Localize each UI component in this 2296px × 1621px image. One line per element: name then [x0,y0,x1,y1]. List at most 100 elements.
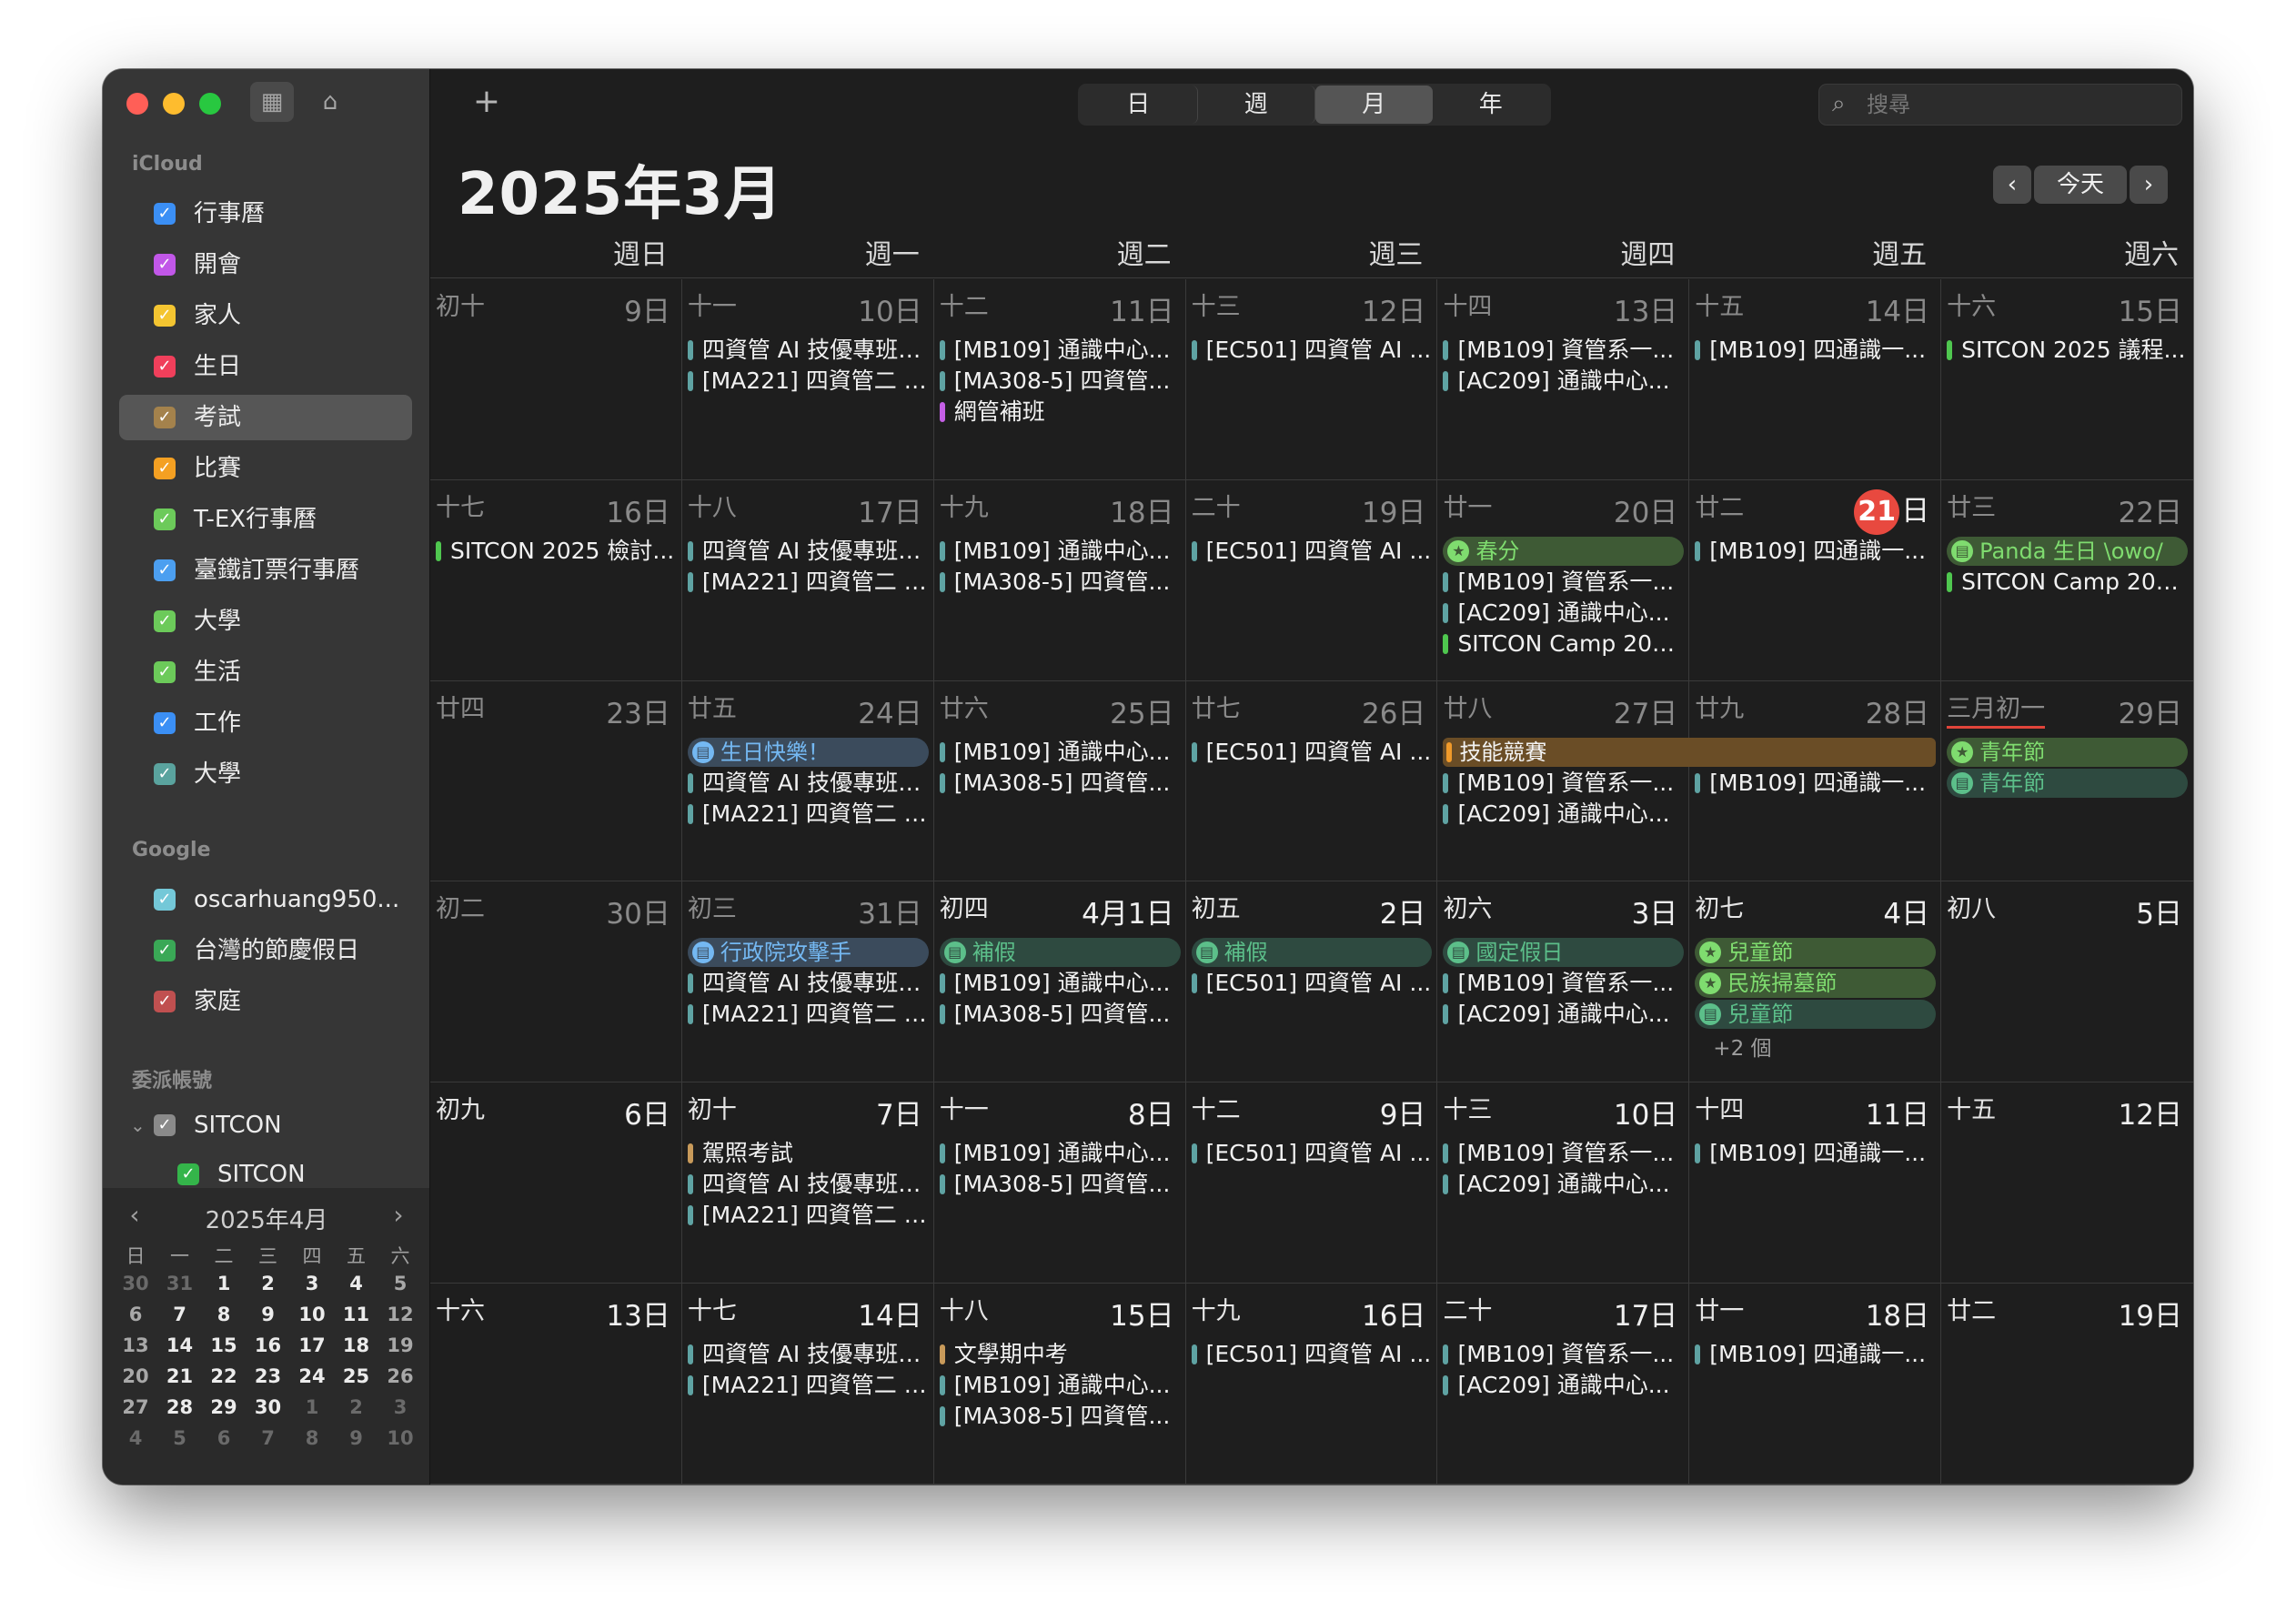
mini-day[interactable]: 20 [114,1365,157,1387]
day-cell[interactable]: 十二 9日 [EC501] 四資管 AI ... [1185,1082,1438,1284]
event-item[interactable]: [MA308-5] 四資管... [939,1170,1180,1199]
day-cell[interactable]: 初九 6日 [430,1082,682,1284]
day-cell[interactable]: 十一 10日 四資管 AI 技優專班一... [MA221] 四資管二 A... [681,279,934,480]
day-cell[interactable]: 三月初一 29日 ★ 青年節 ▤ 青年節 [1941,681,2193,882]
event-item[interactable]: [AC209] 通識中心... [1443,599,1683,628]
mini-day[interactable]: 11 [335,1304,378,1325]
mini-day[interactable]: 5 [378,1273,422,1294]
check-icon[interactable]: ✓ [154,661,176,683]
mini-day[interactable]: 7 [158,1304,202,1325]
mini-day[interactable]: 30 [114,1273,157,1294]
calendar-item[interactable]: ✓ 家庭 [119,979,412,1024]
day-cell[interactable]: 十一 8日 [MB109] 通識中心... [MA308-5] 四資管... [933,1082,1186,1284]
calendar-item[interactable]: ✓ oscarhuang950... [119,877,412,922]
all-day-event[interactable]: ▤ Panda 生日 \owo/ [1947,536,2189,566]
mini-day[interactable]: 14 [158,1334,202,1356]
calendar-item[interactable]: ✓ 大學 [119,599,412,644]
event-item[interactable]: SITCON Camp 202... [1443,629,1683,659]
all-day-event[interactable]: ▤ 兒童節 [1695,1000,1937,1030]
day-cell[interactable]: 十六 15日 SITCON 2025 議程... [1941,279,2193,480]
mini-day[interactable]: 13 [114,1334,157,1356]
calendar-item[interactable]: ✓ 生活 [119,649,412,695]
check-icon[interactable]: ✓ [154,356,176,378]
calendar-item[interactable]: ✓ 家人 [119,293,412,338]
event-item[interactable]: [AC209] 通識中心... [1443,800,1683,829]
day-cell[interactable]: 十六 13日 [430,1284,682,1485]
event-item[interactable]: [MB109] 通識中心... [939,969,1180,998]
day-cell[interactable]: 廿四 23日 [430,680,682,882]
event-item[interactable]: [MA308-5] 四資管... [939,1000,1180,1029]
day-cell[interactable]: 十三 10日 [MB109] 資管系一... [AC209] 通識中心... [1437,1082,1690,1284]
mini-day[interactable]: 8 [202,1304,246,1325]
mini-day[interactable]: 16 [247,1334,290,1356]
all-day-event[interactable]: ★ 青年節 [1947,737,2189,767]
day-cell[interactable]: 廿二 21 日 [MB109] 四通識一... [1689,479,1942,681]
mini-day[interactable]: 26 [378,1365,422,1387]
mini-day[interactable]: 22 [202,1365,246,1387]
day-cell[interactable]: 廿九 28日 [MB109] 四通識一... [1689,680,1942,882]
day-cell[interactable]: 十七 14日 四資管 AI 技優專班一... [MA221] 四資管二 A... [681,1284,934,1485]
calendar-item[interactable]: ✓ T-EX行事曆 [119,497,412,542]
today-button[interactable]: 今天 [2034,166,2127,204]
check-icon[interactable]: ✓ [154,991,176,1012]
event-item[interactable]: [EC501] 四資管 AI ... [1191,336,1432,365]
day-cell[interactable]: 廿一 20日 ★ 春分 [MB109] 資管系一... [AC209] 通識中心... SI… [1437,479,1690,681]
check-icon[interactable]: ✓ [154,889,176,911]
day-cell[interactable]: 廿五 24日 ▤ 生日快樂！ 四資管 AI 技優專班一... [MA221] 四資管二 A… [681,680,934,882]
event-item[interactable]: [MB109] 通識中心... [939,1139,1180,1168]
add-event-button[interactable]: + [467,82,507,122]
event-item[interactable]: [MB109] 資管系一... [1443,336,1683,365]
check-icon[interactable]: ✓ [154,940,176,962]
mini-day[interactable]: 10 [290,1304,334,1325]
event-item[interactable]: SITCON 2025 檢討... [436,537,676,566]
view-tab[interactable]: 年 [1433,86,1550,124]
mini-day[interactable]: 1 [202,1273,246,1294]
check-icon[interactable]: ✓ [177,1163,199,1185]
all-day-event[interactable]: ▤ 補假 [939,938,1181,968]
day-cell[interactable]: 廿六 25日 [MB109] 通識中心... [MA308-5] 四資管... [933,680,1186,882]
event-item[interactable]: [MA221] 四資管二 A... [687,1201,928,1230]
inbox-icon[interactable]: ⌂ [308,82,352,122]
event-item[interactable]: 四資管 AI 技優專班一... [687,769,928,798]
mini-day[interactable]: 15 [202,1334,246,1356]
event-item[interactable]: [MB109] 通識中心... [939,336,1180,365]
mini-day[interactable]: 29 [202,1396,246,1418]
mini-day[interactable]: 6 [114,1304,157,1325]
calendar-item[interactable]: ✓ 考試 [119,395,412,440]
event-item[interactable]: [MA221] 四資管二 A... [687,1371,928,1400]
event-item[interactable]: [MB109] 通識中心... [939,537,1180,566]
chevron-down-icon[interactable]: ⌄ [130,1102,146,1148]
day-cell[interactable]: 初八 5日 [1941,881,2193,1083]
event-item[interactable]: 四資管 AI 技優專班一... [687,537,928,566]
calendar-item[interactable]: ✓ 大學 [119,751,412,797]
event-item[interactable]: [MB109] 資管系一... [1443,969,1683,998]
day-cell[interactable]: 初三 31日 ▤ 行政院攻擊手 四資管 AI 技優專班一... [MA221] 四資管二 … [681,881,934,1083]
close-button[interactable] [126,93,148,115]
event-item[interactable]: [AC209] 通識中心... [1443,367,1683,396]
mini-day[interactable]: 2 [335,1396,378,1418]
day-cell[interactable]: 十九 18日 [MB109] 通識中心... [MA308-5] 四資管... [933,479,1186,681]
calendar-item[interactable]: ✓ 開會 [119,242,412,287]
event-item[interactable]: [AC209] 通識中心... [1443,1000,1683,1029]
event-item[interactable]: [MA308-5] 四資管... [939,1402,1180,1431]
day-cell[interactable]: 二十 19日 [EC501] 四資管 AI ... [1185,479,1438,681]
mini-day[interactable]: 7 [247,1427,290,1449]
day-cell[interactable]: 廿二 19日 [1941,1284,2193,1485]
all-day-event[interactable]: ▤ 行政院攻擊手 [687,938,929,968]
check-icon[interactable]: ✓ [154,1114,176,1136]
all-day-event[interactable]: ★ 民族掃墓節 [1695,969,1937,999]
mini-day[interactable]: 8 [290,1427,334,1449]
calendar-item[interactable]: ✓ 比賽 [119,446,412,491]
event-item[interactable]: [MB109] 四通識一... [1695,1139,1935,1168]
event-item[interactable]: [MA308-5] 四資管... [939,367,1180,396]
prev-month-button[interactable]: ‹ [1993,166,2031,204]
mini-day[interactable]: 5 [158,1427,202,1449]
all-day-event[interactable]: ▤ 生日快樂！ [687,737,929,767]
check-icon[interactable]: ✓ [154,305,176,327]
day-cell[interactable]: 十五 14日 [MB109] 四通識一... [1689,279,1942,480]
day-cell[interactable]: 初五 2日 ▤ 補假 [EC501] 四資管 AI ... [1185,881,1438,1083]
mini-day[interactable]: 4 [114,1427,157,1449]
day-cell[interactable]: 廿一 18日 [MB109] 四通識一... [1689,1284,1942,1485]
event-item[interactable]: [MB109] 資管系一... [1443,1340,1683,1369]
event-item[interactable]: [MB109] 四通識一... [1695,336,1935,365]
